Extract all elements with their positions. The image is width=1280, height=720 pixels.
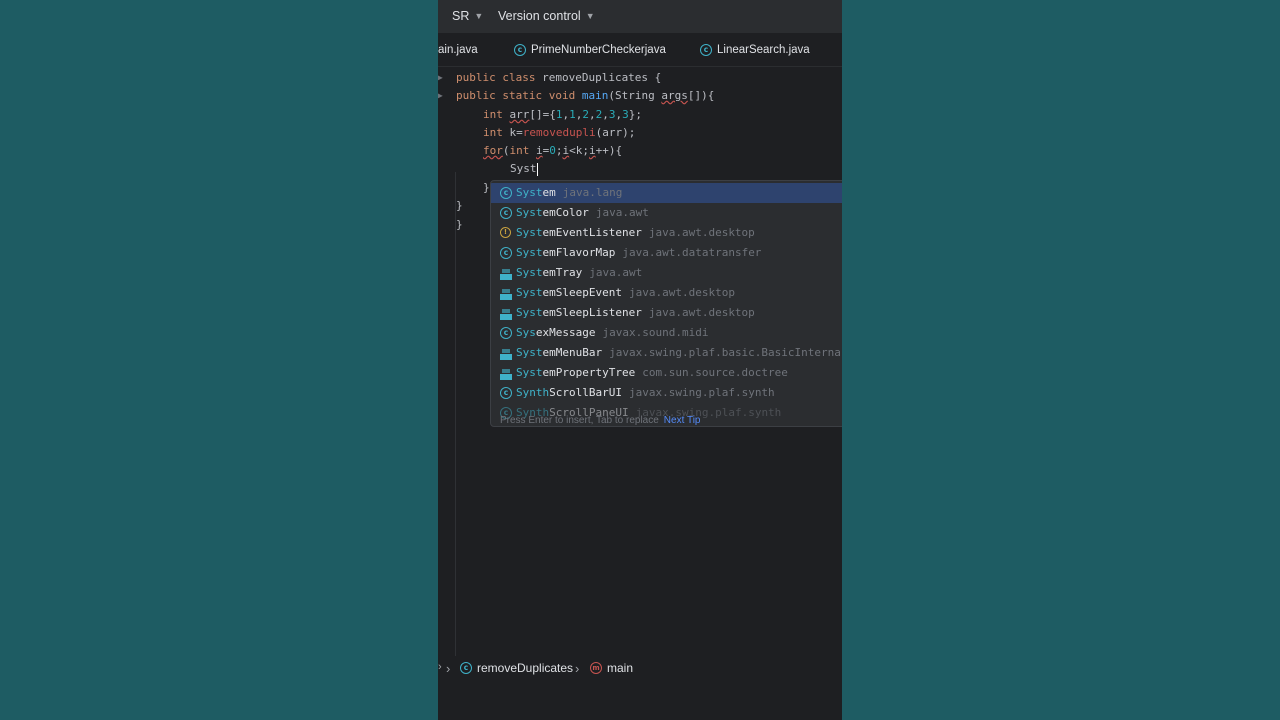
completion-item[interactable]: ! SystemEventListener java.awt.desktop bbox=[491, 223, 842, 243]
final-class-icon bbox=[500, 349, 512, 360]
run-gutter-icon[interactable]: ▶ bbox=[438, 87, 443, 105]
chevron-down-icon: ▼ bbox=[474, 11, 484, 21]
completion-item[interactable]: SystemMenuBar javax.swing.plaf.basic.Basi… bbox=[491, 343, 842, 363]
code-line: for(int i=0;i<k;i++){ bbox=[483, 144, 623, 157]
tab-label: PrimeNumberCheckerjava bbox=[531, 44, 666, 56]
breadcrumb-chevron-icon: › bbox=[575, 661, 580, 676]
final-class-icon bbox=[500, 369, 512, 380]
completion-item[interactable]: SystemSleepEvent java.awt.desktop bbox=[491, 283, 842, 303]
ide-window: SR ▼ Version control ▼ ain.java c PrimeN… bbox=[438, 0, 842, 720]
code-line: public class removeDuplicates { bbox=[456, 71, 662, 84]
project-selector[interactable]: SR ▼ bbox=[452, 9, 483, 23]
final-class-icon bbox=[500, 289, 512, 300]
breadcrumb-chevron-icon: › bbox=[438, 661, 442, 673]
completion-item[interactable]: c SynthScrollBarUI javax.swing.plaf.synth bbox=[491, 383, 842, 403]
class-icon: c bbox=[500, 327, 512, 339]
completion-hint: Press Enter to insert, Tab to replace bbox=[500, 415, 659, 426]
run-gutter-icon[interactable]: ▶ bbox=[438, 69, 443, 87]
breadcrumb: › › c removeDuplicates › m main bbox=[438, 656, 842, 680]
breadcrumb-chevron-icon: › bbox=[446, 661, 451, 676]
bottom-panel bbox=[438, 682, 842, 720]
class-icon: c bbox=[514, 44, 526, 56]
next-tip-link[interactable]: Next Tip bbox=[664, 415, 701, 426]
code-line: int k=removedupli(arr); bbox=[483, 126, 636, 139]
class-icon: c bbox=[460, 662, 472, 674]
project-name: SR bbox=[452, 9, 470, 23]
breadcrumb-class-label: removeDuplicates bbox=[477, 661, 574, 675]
final-class-icon bbox=[500, 269, 512, 280]
code-line: } bbox=[456, 218, 463, 231]
vcs-menu[interactable]: Version control ▼ bbox=[498, 9, 595, 23]
chevron-down-icon: ▼ bbox=[585, 11, 595, 21]
completion-footer: Press Enter to insert, Tab to replace Nex… bbox=[491, 415, 842, 426]
completion-item[interactable]: c SystemColor java.awt bbox=[491, 203, 842, 223]
class-icon: c bbox=[500, 207, 512, 219]
tab-label: LinearSearch.java bbox=[717, 44, 810, 56]
title-bar: SR ▼ Version control ▼ bbox=[438, 0, 842, 33]
completion-item[interactable]: c System java.lang bbox=[491, 183, 842, 203]
code-line-current: Syst bbox=[510, 162, 538, 176]
final-class-icon bbox=[500, 309, 512, 320]
code-line: } bbox=[483, 181, 490, 194]
tab-main[interactable]: ain.java bbox=[438, 44, 478, 56]
interface-icon: ! bbox=[500, 227, 511, 238]
class-icon: c bbox=[500, 387, 512, 399]
tab-label: ain.java bbox=[438, 44, 478, 56]
completion-item[interactable]: SystemSleepListener java.awt.desktop bbox=[491, 303, 842, 323]
completion-item[interactable]: SystemTray java.awt bbox=[491, 263, 842, 283]
method-icon: m bbox=[590, 662, 602, 674]
completion-item[interactable]: c SystemFlavorMap java.awt.datatransfer bbox=[491, 243, 842, 263]
breadcrumb-class[interactable]: c removeDuplicates bbox=[460, 661, 573, 675]
vcs-label: Version control bbox=[498, 9, 581, 23]
indent-guide bbox=[455, 172, 456, 662]
code-line: public static void main(String args[]){ bbox=[456, 89, 715, 102]
completion-item[interactable]: c SysexMessage javax.sound.midi bbox=[491, 323, 842, 343]
tab-prime-number-checker[interactable]: c PrimeNumberCheckerjava bbox=[514, 44, 666, 56]
class-icon: c bbox=[500, 247, 512, 259]
breadcrumb-method-label: main bbox=[607, 661, 634, 675]
class-icon: c bbox=[500, 187, 512, 199]
text-caret bbox=[536, 162, 538, 176]
class-icon: c bbox=[700, 44, 712, 56]
code-completion-popup: c System java.lang c SystemColor java.awt … bbox=[490, 180, 842, 427]
code-line: } bbox=[456, 199, 463, 212]
breadcrumb-method[interactable]: m main bbox=[590, 661, 633, 675]
code-line: int arr[]={1,1,2,2,3,3}; bbox=[483, 108, 642, 121]
tab-linear-search[interactable]: c LinearSearch.java bbox=[700, 44, 810, 56]
completion-item[interactable]: SystemPropertyTree com.sun.source.doctree bbox=[491, 363, 842, 383]
editor-tabs: ain.java c PrimeNumberCheckerjava c Line… bbox=[438, 38, 842, 67]
